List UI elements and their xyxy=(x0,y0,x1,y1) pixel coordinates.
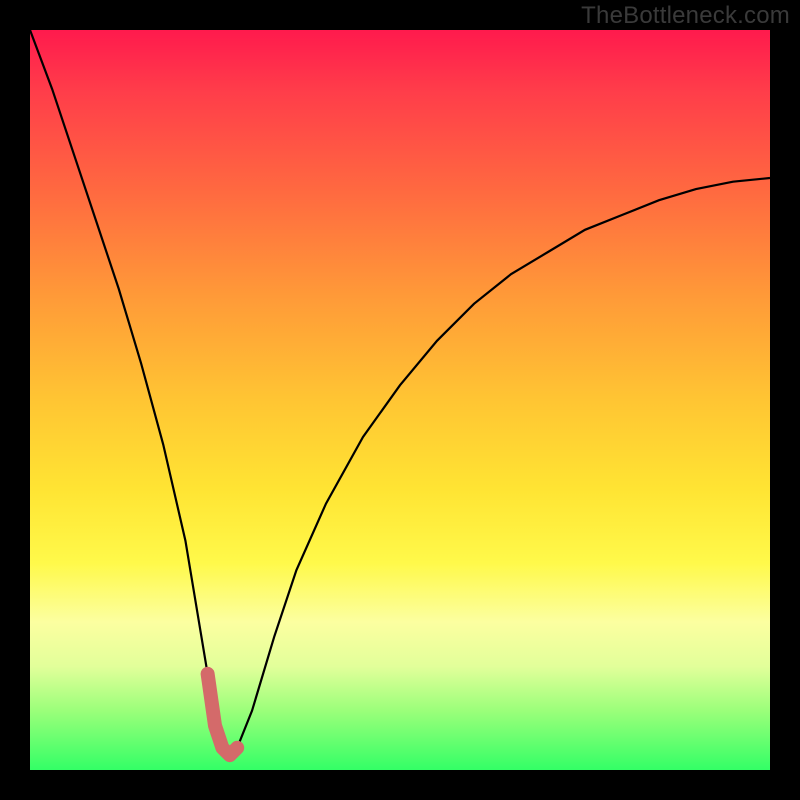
plot-area xyxy=(30,30,770,770)
chart-frame: TheBottleneck.com xyxy=(0,0,800,800)
curve-svg xyxy=(30,30,770,770)
watermark-text: TheBottleneck.com xyxy=(581,2,790,30)
bottleneck-curve xyxy=(30,30,770,755)
trough-highlight xyxy=(208,674,238,755)
